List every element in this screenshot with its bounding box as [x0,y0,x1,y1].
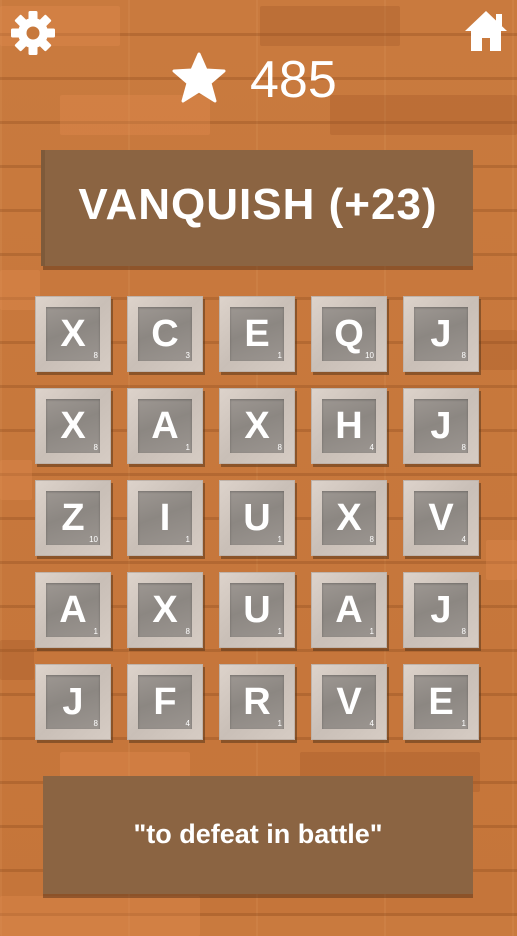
definition-board: "to defeat in battle" [43,776,473,894]
tile-letter: J [430,405,452,447]
tile-letter: U [243,589,271,631]
tile-letter: Q [334,313,364,355]
letter-tile[interactable]: Q 10 [311,296,387,372]
letter-tile[interactable]: J8 [403,388,479,464]
tile-points: 1 [277,627,282,636]
tile-points: 8 [461,627,466,636]
word-definition: "to defeat in battle" [133,819,383,849]
tile-points: 1 [369,627,374,636]
letter-tile[interactable]: X8 [35,388,111,464]
letter-tile[interactable]: X8 [35,296,111,372]
tile-letter: X [152,589,178,631]
tile-points: 8 [93,719,98,728]
letter-tile[interactable]: C3 [127,296,203,372]
tile-points: 1 [185,443,190,452]
letter-tile[interactable]: A1 [127,388,203,464]
tile-points: 1 [461,719,466,728]
word-board: VANQUISH (+23) [41,150,473,266]
letter-tile[interactable]: V4 [403,480,479,556]
tile-letter: A [59,589,87,631]
letter-tile[interactable]: F4 [127,664,203,740]
letter-tile[interactable]: X8 [127,572,203,648]
home-button[interactable] [462,8,510,54]
tile-points: 4 [369,443,374,452]
tile-letter: V [428,497,454,539]
letter-tile[interactable]: J8 [403,296,479,372]
tile-letter: X [60,313,86,355]
letter-tile[interactable]: X8 [311,480,387,556]
tile-letter: A [151,405,179,447]
tile-letter: H [335,405,363,447]
tile-letter: V [336,681,362,723]
tile-points: 8 [461,443,466,452]
home-icon [465,11,507,51]
tile-letter: X [336,497,362,539]
letter-tile[interactable]: J8 [403,572,479,648]
letter-tile[interactable]: V4 [311,664,387,740]
letter-tile[interactable]: U1 [219,480,295,556]
letter-tile[interactable]: J8 [35,664,111,740]
letter-tile[interactable]: E1 [403,664,479,740]
tile-points: 8 [277,443,282,452]
tile-points: 1 [93,627,98,636]
letter-tile[interactable]: H4 [311,388,387,464]
letter-tile[interactable]: Z 10 [35,480,111,556]
tile-points: 4 [185,719,190,728]
letter-tile[interactable]: A1 [311,572,387,648]
tile-points: 10 [365,351,374,360]
score-display: 485 [170,48,370,110]
tile-letter: J [430,313,452,355]
tile-letter: R [243,681,271,723]
tile-points: 8 [461,351,466,360]
settings-button[interactable] [10,10,56,56]
letter-tile[interactable]: I1 [127,480,203,556]
tile-points: 1 [277,719,282,728]
tile-letter: J [62,681,84,723]
letter-tile[interactable]: R1 [219,664,295,740]
letter-tile[interactable]: E1 [219,296,295,372]
tile-points: 4 [461,535,466,544]
tile-points: 1 [185,535,190,544]
found-word: VANQUISH (+23) [78,180,438,229]
letter-tile[interactable]: X8 [219,388,295,464]
tile-letter: U [243,497,271,539]
letter-tile[interactable]: A1 [35,572,111,648]
letter-grid: X 8 C 3 E 1 Q 10 J 8 X 8 A 1 X 8 H 4 J 8 Z 10 I 1 U 1 X 8 V 4 A 1 X 8 U 1 A 1… [35,296,483,744]
tile-letter: J [430,589,452,631]
star-icon [172,52,226,103]
tile-letter: C [151,313,179,355]
score-value: 485 [250,51,337,109]
tile-letter: A [335,589,363,631]
tile-points: 3 [185,351,190,360]
tile-points: 1 [277,351,282,360]
tile-letter: E [428,681,454,723]
letter-tile[interactable]: U1 [219,572,295,648]
tile-letter: X [244,405,270,447]
tile-letter: X [60,405,86,447]
tile-letter: I [159,497,171,539]
tile-points: 8 [369,535,374,544]
tile-letter: F [153,681,177,723]
tile-points: 4 [369,719,374,728]
tile-letter: Z [61,497,85,539]
tile-letter: E [244,313,270,355]
gear-icon [11,11,55,55]
tile-points: 8 [93,443,98,452]
tile-points: 8 [185,627,190,636]
tile-points: 10 [89,535,98,544]
tile-points: 1 [277,535,282,544]
tile-points: 8 [93,351,98,360]
